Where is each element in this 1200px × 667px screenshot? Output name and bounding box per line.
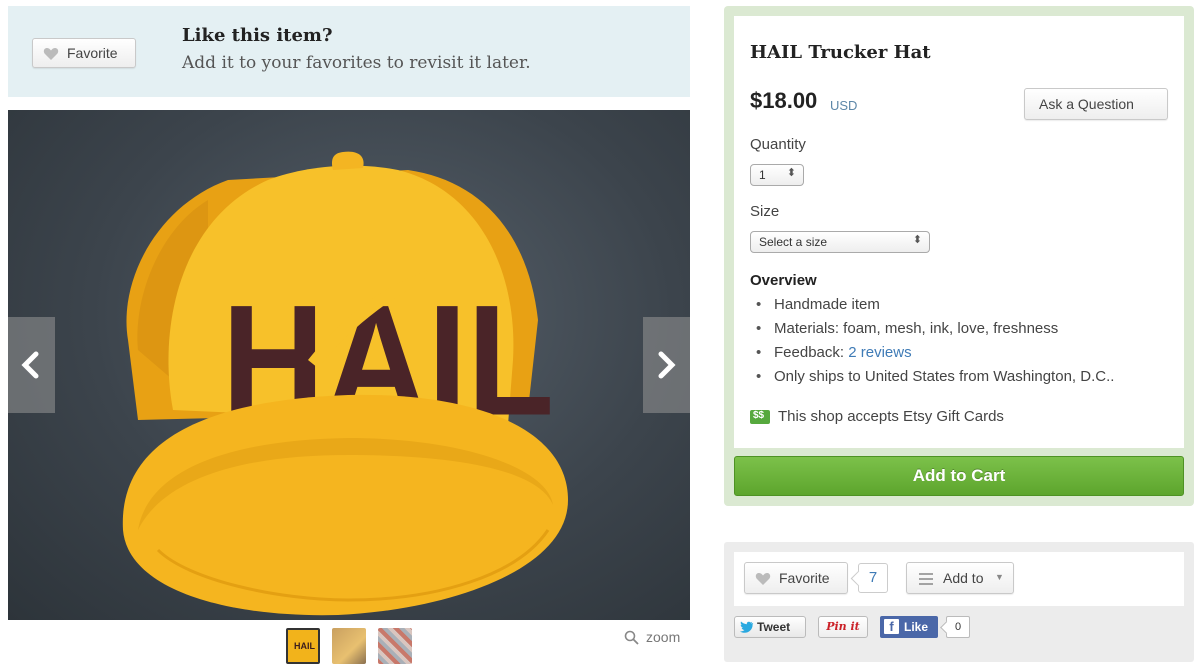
size-label: Size [750,203,780,220]
overview-list: Handmade item Materials: foam, mesh, ink… [750,296,1114,392]
ask-question-button[interactable]: Ask a Question [1024,88,1168,120]
facebook-like-button[interactable]: f Like [880,616,938,638]
overview-handmade: Handmade item [750,296,1114,320]
chevron-down-icon: ▼ [995,572,1004,582]
heart-icon [755,572,771,586]
purchase-panel: HAIL Trucker Hat $18.00 USD Ask a Questi… [724,6,1194,506]
banner-favorite-button[interactable]: Favorite [32,38,136,68]
tweet-button[interactable]: Tweet [734,616,806,638]
heart-icon [43,47,59,61]
banner-subtitle: Add it to your favorites to revisit it l… [182,53,531,73]
thumbnail-1[interactable]: HAIL [286,628,320,664]
size-select[interactable]: Select a size ⬍ [750,231,930,253]
banner-favorite-label: Favorite [67,45,118,61]
favorite-label: Favorite [779,570,830,586]
ask-question-label: Ask a Question [1039,96,1134,112]
overview-materials: Materials: foam, mesh, ink, love, freshn… [750,320,1114,344]
trucker-hat-photo: HAIL [122,151,568,616]
thumbnail-3[interactable] [378,628,412,664]
quantity-select[interactable]: 1 ⬍ [750,164,804,186]
gift-card-icon: $$ [750,410,770,424]
feedback-prefix: Feedback: [774,344,849,361]
facebook-icon: f [884,619,899,634]
magnifier-icon [624,630,639,645]
thumbnail-1-print: HAIL [294,641,315,651]
like-count: 0 [946,616,970,638]
listing-details: HAIL Trucker Hat $18.00 USD Ask a Questi… [734,16,1184,448]
currency-code: USD [830,98,858,113]
quantity-value: 1 [759,168,766,182]
twitter-bird-icon [740,621,754,633]
gift-card-text: This shop accepts Etsy Gift Cards [778,408,1004,425]
add-to-list-button[interactable]: Add to ▼ [906,562,1014,594]
gift-card-icon-text: $$ [753,410,765,421]
add-to-cart-button[interactable]: Add to Cart [734,456,1184,496]
social-panel: Favorite 7 Add to ▼ Tweet Pin it f Like … [724,542,1194,662]
item-title: HAIL Trucker Hat [750,42,931,63]
previous-image-button[interactable] [8,317,55,413]
item-price: $18.00 [750,88,818,113]
favorite-banner: Favorite Like this item? Add it to your … [8,6,690,97]
overview-feedback: Feedback: 2 reviews [750,344,1114,368]
overview-title: Overview [750,272,817,289]
list-icon [919,573,933,585]
add-to-label: Add to [943,570,984,586]
quantity-label: Quantity [750,136,806,153]
chevron-right-icon [658,351,676,379]
select-arrows-icon: ⬍ [912,234,922,246]
favorite-count[interactable]: 7 [858,563,888,593]
overview-shipping: Only ships to United States from Washing… [750,368,1114,392]
product-image[interactable]: HAIL [8,110,690,620]
favorite-button[interactable]: Favorite [744,562,848,594]
social-actions: Favorite 7 Add to ▼ [734,552,1184,606]
select-arrows-icon: ⬍ [786,167,796,179]
size-value: Select a size [759,235,828,249]
tweet-label: Tweet [757,620,791,634]
next-image-button[interactable] [643,317,690,413]
reviews-link[interactable]: 2 reviews [848,344,911,361]
like-label: Like [904,620,929,634]
pin-it-button[interactable]: Pin it [818,616,868,638]
thumbnail-2[interactable] [332,628,366,664]
chevron-left-icon [21,351,39,379]
zoom-label: zoom [646,629,681,645]
banner-title: Like this item? [182,25,333,46]
